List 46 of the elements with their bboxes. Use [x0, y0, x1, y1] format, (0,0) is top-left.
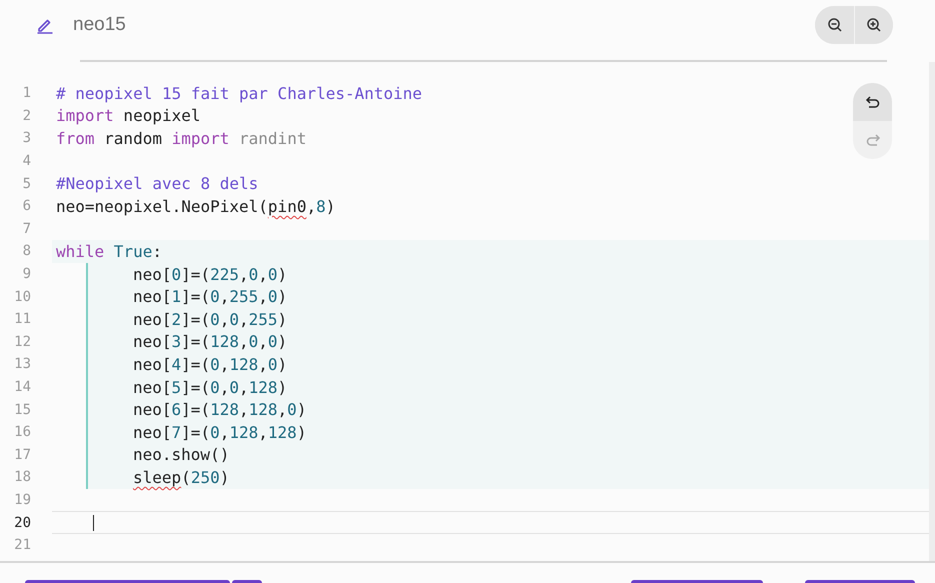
line-number: 13: [13, 356, 31, 372]
zoom-in-icon: [866, 17, 882, 33]
code-line: neo[0]=(225,0,0): [133, 264, 288, 284]
line-number: 19: [13, 492, 31, 508]
line-number: 12: [13, 334, 31, 350]
line-number: 14: [13, 379, 31, 396]
code-line: neo.show(): [133, 445, 230, 464]
line-number: 21: [13, 537, 31, 554]
code-line: neo=neopixel.NeoPixel(pin0,8): [56, 196, 336, 216]
code-line: neo[1]=(0,255,0): [133, 287, 288, 306]
code-line: #Neopixel avec 8 dels: [56, 174, 258, 194]
code-line: from random import randint: [56, 128, 306, 148]
code-line: neo[3]=(128,0,0): [133, 332, 288, 352]
line-number: 20: [13, 514, 31, 531]
line-number: 7: [22, 220, 31, 237]
line-number: 6: [22, 198, 31, 214]
line-number: 17: [13, 446, 31, 463]
line-number: 1: [22, 85, 31, 102]
text-cursor: [93, 515, 94, 532]
line-number: 8: [22, 243, 31, 260]
code-line: import neopixel: [56, 106, 200, 126]
zoom-out-icon: [826, 17, 842, 33]
line-number: 2: [22, 108, 31, 124]
line-number: 18: [13, 469, 31, 486]
file-name[interactable]: neo15: [73, 14, 126, 36]
code-line: neo[4]=(0,128,0): [133, 354, 288, 374]
line-number: 10: [13, 288, 31, 305]
code-line: sleep(250): [133, 468, 230, 487]
undo-icon: [864, 94, 880, 110]
redo-icon: [864, 132, 880, 148]
line-number: 4: [22, 153, 31, 170]
code-line: neo[2]=(0,0,255): [133, 310, 288, 329]
line-number: 9: [22, 266, 31, 282]
code-line: while True:: [56, 242, 162, 261]
code-line: neo[6]=(128,128,0): [133, 400, 306, 420]
code-line: # neopixel 15 fait par Charles-Antoine: [56, 84, 422, 103]
zoom-in-button[interactable]: [854, 6, 893, 44]
line-number: 11: [13, 311, 31, 328]
footer-button[interactable]: [232, 580, 262, 583]
line-number: 15: [13, 402, 31, 418]
line-number: 5: [22, 176, 31, 192]
code-line: neo[5]=(0,0,128): [133, 378, 288, 397]
undo-button[interactable]: [853, 83, 892, 121]
line-number: 3: [22, 130, 31, 146]
line-number: 16: [13, 424, 31, 440]
code-line: neo[7]=(0,128,128): [133, 422, 306, 442]
